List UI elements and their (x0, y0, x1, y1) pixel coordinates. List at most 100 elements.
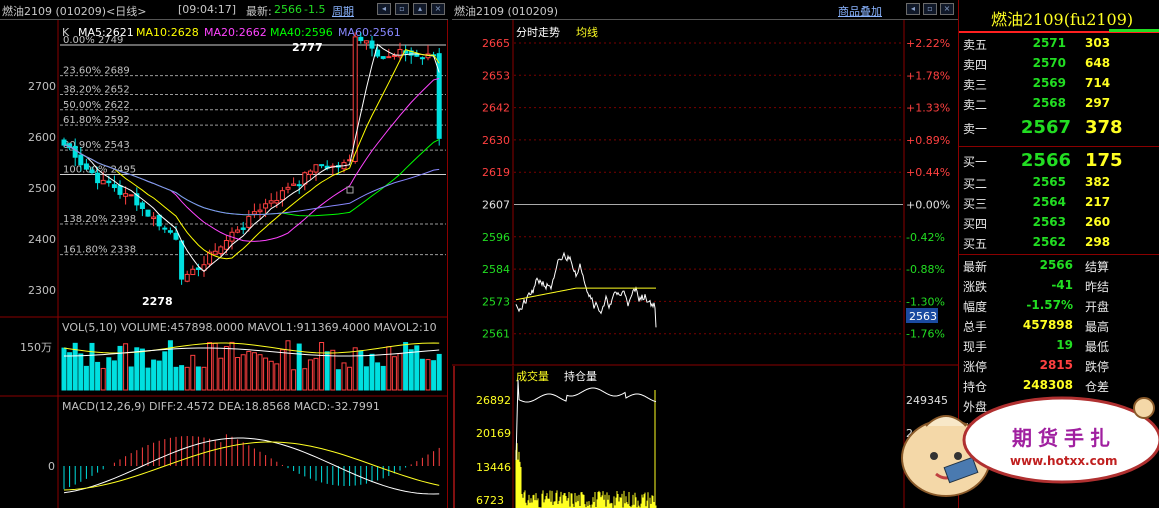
stat-label: 持仓 (963, 380, 988, 394)
quote-divider-accent (1109, 29, 1159, 32)
stat-label: 幅度 (963, 300, 988, 314)
intraday-pct-tick: -0.88% (906, 263, 945, 276)
stat-row: 幅度 -1.57% 开盘 (959, 298, 1159, 318)
volume-bar (386, 346, 392, 391)
quote-level-label: 卖二 (963, 98, 988, 112)
candle-body (83, 163, 89, 170)
ask-row: 卖五 2571 303 (959, 36, 1159, 56)
intraday-plot: 2665 +2.22% 2653 +1.78% 2642 +1.33% 2630 +0.89%… (452, 20, 958, 508)
volume-bar (128, 366, 134, 391)
intraday-price-tick: 2642 (482, 102, 510, 115)
prev-icon[interactable]: ◂ (377, 3, 391, 15)
volume-bar (408, 349, 414, 391)
quote-price: 2568 (1032, 96, 1066, 110)
volume-bar (162, 351, 168, 391)
candle-body (285, 186, 291, 190)
fib-label: 50.00% 2622 (63, 100, 130, 111)
period-link[interactable]: 周期 (332, 3, 354, 19)
candle-body (268, 200, 274, 204)
close-icon[interactable]: × (940, 3, 954, 15)
volume-bar (347, 366, 353, 391)
ask-row: 卖二 2568 297 (959, 96, 1159, 116)
close-icon[interactable]: × (431, 3, 445, 15)
volume-bar (335, 369, 341, 391)
maximize-icon[interactable]: ▫ (923, 3, 937, 15)
bid-row: 买一 2566 175 (959, 150, 1159, 171)
ma-line (63, 144, 440, 216)
quote-level-label: 卖一 (963, 122, 988, 136)
intraday-chart[interactable]: 2665 +2.22% 2653 +1.78% 2642 +1.33% 2630 +0.89%… (452, 20, 958, 508)
kline-title-bar: 燃油2109 (010209)<日线> [09:04:17] 最新: 2566 … (0, 0, 448, 20)
volume-tick: 13446 (476, 461, 511, 474)
stat-row: 总手 457898 最高 (959, 318, 1159, 338)
ask-row: 卖一 2567 378 (959, 117, 1159, 138)
stat-label-2: 结算 (1085, 260, 1110, 274)
candle-body (72, 145, 78, 158)
fib-label: 0.00% 2749 (63, 35, 123, 46)
stat-value: -41 (1051, 278, 1073, 292)
volume-bar (380, 365, 386, 391)
restore-icon[interactable]: ▫ (395, 3, 409, 15)
volume-bar (95, 361, 101, 391)
candle-body (313, 164, 319, 173)
candle-body (145, 209, 151, 217)
candle-body (419, 57, 425, 60)
volume-bar (184, 366, 190, 391)
quote-volume: 378 (1085, 117, 1123, 138)
volume-bar (61, 347, 67, 391)
volume-bar (319, 341, 325, 391)
intraday-title-bar: 燃油2109 (010209) 商品叠加 ◂ ▫ × (452, 0, 958, 20)
candle-body (274, 199, 280, 204)
quote-volume: 217 (1085, 195, 1111, 209)
stat-row: 涨停 2815 跌停 (959, 358, 1159, 378)
volume-bar (425, 359, 431, 391)
candle-body (61, 139, 67, 146)
stat-label: 总手 (963, 320, 988, 334)
quote-title: 燃油2109(fu2109) (991, 10, 1134, 29)
prev-icon[interactable]: ◂ (906, 3, 920, 15)
volume-bar (263, 357, 269, 391)
volume-bar (235, 357, 241, 391)
stat-label-2: 跌停 (1085, 360, 1110, 374)
kline-time: [09:04:17] (178, 3, 236, 16)
intraday-price-tick: 2584 (482, 263, 510, 276)
watermark: 期货手扎 www.hotxx.com (886, 396, 1159, 508)
stat-row: 持仓 248308 仓差 (959, 378, 1159, 398)
volume-tick: 150万 (20, 341, 52, 354)
candle-body (257, 209, 263, 213)
overlay-link[interactable]: 商品叠加 (838, 3, 882, 19)
quote-price: 2570 (1032, 56, 1066, 70)
volume-bar (240, 354, 246, 391)
quote-volume: 298 (1085, 235, 1111, 249)
volume-bar (207, 342, 213, 391)
candle-body (380, 56, 386, 59)
intraday-pct-tick: +0.00% (906, 199, 950, 212)
bid-row: 买二 2565 382 (959, 175, 1159, 195)
volume-bar (229, 341, 235, 391)
candle-body (173, 232, 179, 240)
marker-box (346, 186, 354, 194)
volume-bar (341, 362, 347, 391)
volume-bar (274, 363, 280, 391)
stat-label: 最新 (963, 260, 988, 274)
volume-label: 成交量 (516, 369, 549, 383)
candle-body (291, 183, 297, 186)
stat-value: 248308 (1022, 378, 1073, 392)
kline-chart[interactable]: K MA5:2621 MA10:2628 MA20:2662 MA40:2596… (0, 20, 448, 508)
candle-body (190, 268, 196, 276)
maximize-icon[interactable]: ▴ (413, 3, 427, 15)
candle-body (89, 169, 95, 174)
price-tick: 2700 (28, 80, 56, 93)
stat-label: 涨停 (963, 360, 988, 374)
volume-tick: 6723 (476, 494, 504, 507)
volume-bar (145, 367, 151, 391)
candle-body (246, 215, 252, 228)
candle-body (235, 229, 241, 233)
volume-bar (139, 348, 145, 391)
volume-bar (307, 359, 313, 391)
volume-bar (123, 343, 129, 391)
quote-volume: 382 (1085, 175, 1111, 189)
high-label: 2777 (292, 41, 323, 54)
ma-line (63, 43, 440, 273)
quote-level-label: 买一 (963, 155, 988, 169)
